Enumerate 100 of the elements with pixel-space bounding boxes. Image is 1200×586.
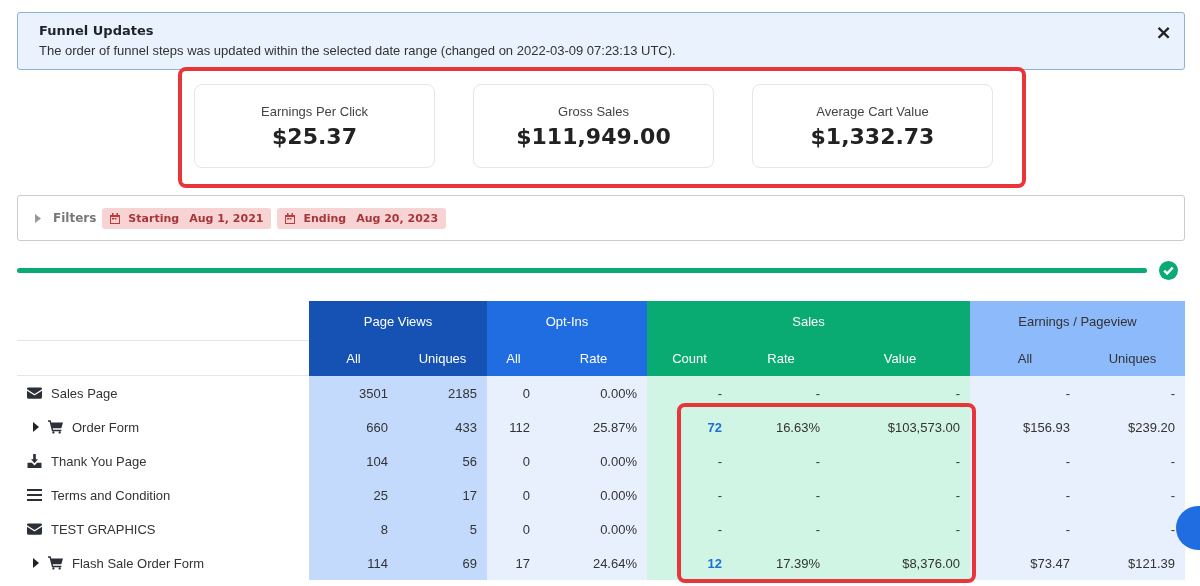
table-cell: 0	[487, 376, 540, 410]
chip-value: Aug 1, 2021	[189, 211, 264, 225]
table-cell: $239.20	[1080, 410, 1185, 444]
cart-icon	[48, 420, 63, 434]
kpi-value: $1,332.73	[810, 123, 935, 149]
table-cell: -	[830, 478, 970, 512]
step-name: Terms and Condition	[51, 487, 171, 503]
funnel-step[interactable]: Flash Sale Order Form	[17, 546, 309, 580]
table-cell: -	[732, 444, 830, 478]
funnel-step[interactable]: Terms and Condition	[17, 478, 309, 512]
table-cell: 24.64%	[540, 546, 647, 580]
alert-title: Funnel Updates	[39, 23, 155, 38]
chip-value: Aug 20, 2023	[356, 211, 439, 225]
table-cell: 0.00%	[540, 512, 647, 546]
table-cell: 0	[487, 478, 540, 512]
filters-label[interactable]: Filters	[53, 211, 97, 225]
count-link[interactable]: 12	[647, 546, 732, 580]
table-cell: -	[1080, 478, 1185, 512]
column-header[interactable]: Uniques	[398, 341, 487, 376]
kpi-value: $25.37	[272, 123, 357, 149]
table-cell: 0.00%	[540, 478, 647, 512]
table-cell: $73.47	[970, 546, 1080, 580]
table-cell: 2185	[398, 376, 487, 410]
column-group-header: Opt-Ins	[487, 301, 647, 341]
step-name: Order Form	[72, 419, 140, 435]
table-cell: 114	[309, 546, 398, 580]
column-header[interactable]: Uniques	[1080, 341, 1185, 376]
caret-icon[interactable]	[35, 213, 41, 223]
table-cell: -	[970, 478, 1080, 512]
date-chip[interactable]: Starting Aug 1, 2021	[102, 207, 272, 229]
envelope-icon	[27, 522, 42, 536]
column-header[interactable]: All	[970, 341, 1080, 376]
table-cell: -	[647, 478, 732, 512]
table-cell: 16.63%	[732, 410, 830, 444]
table-cell: -	[830, 444, 970, 478]
table-cell: -	[970, 376, 1080, 410]
chip-label: Starting	[128, 211, 180, 225]
calendar-icon	[110, 212, 121, 224]
table-cell: $121.39	[1080, 546, 1185, 580]
download-icon	[27, 454, 42, 468]
table-cell: 5	[398, 512, 487, 546]
table-cell: $156.93	[970, 410, 1080, 444]
kpi-value: $111,949.00	[516, 123, 671, 149]
table-cell: 69	[398, 546, 487, 580]
table-cell: 433	[398, 410, 487, 444]
table-cell: 17	[398, 478, 487, 512]
table-cell: 660	[309, 410, 398, 444]
envelope-icon	[27, 386, 42, 400]
count-link[interactable]: 72	[647, 410, 732, 444]
table-cell: -	[970, 444, 1080, 478]
table-cell: -	[1080, 376, 1185, 410]
table-cell: 112	[487, 410, 540, 444]
column-group-header: Earnings / Pageview	[970, 301, 1185, 341]
table-cell: -	[1080, 444, 1185, 478]
table-cell: -	[647, 512, 732, 546]
table-cell: 0.00%	[540, 444, 647, 478]
table-cell: 8	[309, 512, 398, 546]
calendar-icon	[285, 212, 296, 224]
close-button[interactable]: ×	[1155, 23, 1172, 41]
funnel-step[interactable]: Thank You Page	[17, 444, 309, 478]
kpi-label: Average Cart Value	[816, 103, 929, 119]
table-cell: -	[1080, 512, 1185, 546]
table-cell: 17	[487, 546, 540, 580]
table-cell: 104	[309, 444, 398, 478]
table-cell: 0	[487, 512, 540, 546]
expand-icon[interactable]	[33, 422, 39, 432]
table-cell: -	[732, 512, 830, 546]
table-cell: -	[830, 512, 970, 546]
column-header[interactable]: All	[487, 341, 540, 376]
step-name: Thank You Page	[51, 453, 147, 469]
step-name: Flash Sale Order Form	[72, 555, 205, 571]
table-cell: -	[647, 376, 732, 410]
table-cell: 0.00%	[540, 376, 647, 410]
funnel-step[interactable]: TEST GRAPHICS	[17, 512, 309, 546]
list-icon	[27, 488, 42, 502]
column-header[interactable]: Rate	[540, 341, 647, 376]
cart-icon	[48, 556, 63, 570]
table-cell: 17.39%	[732, 546, 830, 580]
alert-message: The order of funnel steps was updated within the selected date range (changed on 2022-03-09 07:23:13 UTC).	[39, 43, 676, 58]
table-cell: 3501	[309, 376, 398, 410]
check-icon	[1159, 261, 1178, 280]
table-cell: -	[970, 512, 1080, 546]
date-chip[interactable]: Ending Aug 20, 2023	[277, 207, 447, 229]
column-header[interactable]: All	[309, 341, 398, 376]
kpi-label: Gross Sales	[558, 103, 629, 119]
column-group-header: Page Views	[309, 301, 487, 341]
kpi-label: Earnings Per Click	[261, 103, 368, 119]
step-name: Sales Page	[51, 385, 118, 401]
chip-label: Ending	[303, 211, 347, 225]
funnel-step[interactable]: Sales Page	[17, 376, 309, 410]
table-cell: -	[732, 478, 830, 512]
step-name: TEST GRAPHICS	[51, 521, 156, 537]
funnel-step[interactable]: Order Form	[17, 410, 309, 444]
table-cell: 0	[487, 444, 540, 478]
table-cell: $8,376.00	[830, 546, 970, 580]
table-cell: 25.87%	[540, 410, 647, 444]
expand-icon[interactable]	[33, 558, 39, 568]
table-cell: 25	[309, 478, 398, 512]
table-cell: $103,573.00	[830, 410, 970, 444]
table-cell: 56	[398, 444, 487, 478]
